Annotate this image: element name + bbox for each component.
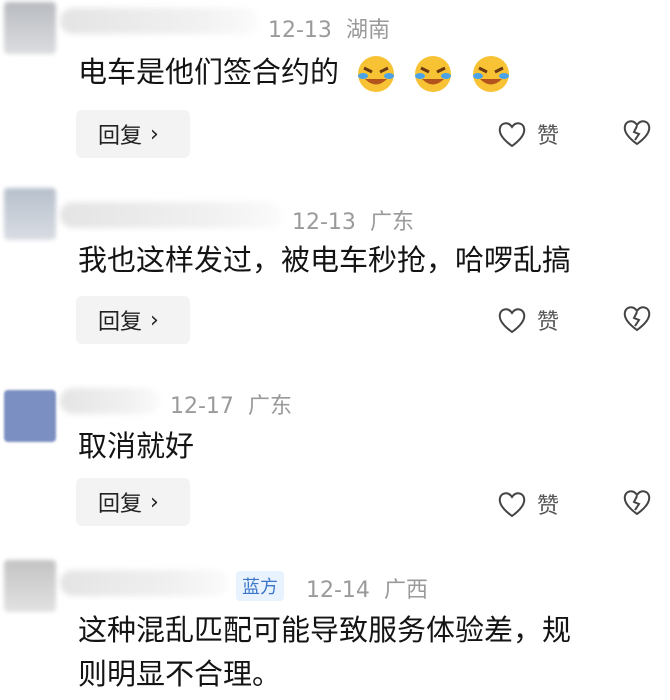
username-blurred[interactable] — [60, 202, 282, 228]
chevron-right-icon: › — [150, 307, 159, 333]
heart-outline-icon — [498, 122, 526, 148]
username-blurred[interactable] — [60, 388, 160, 414]
comment-location: 广东 — [247, 394, 292, 419]
dislike-button[interactable] — [622, 304, 652, 336]
heart-outline-icon — [498, 492, 526, 518]
comment-text: 取消就好 — [78, 429, 195, 463]
comment-date: 12-17 — [170, 394, 234, 419]
reply-label: 回复 — [98, 492, 143, 517]
comment-text-line-1: 这种混乱匹配可能导致服务体验差，规 — [78, 613, 572, 647]
comment-location: 广东 — [369, 210, 414, 235]
broken-heart-icon — [623, 306, 651, 332]
laughing-crying-emoji-icon — [415, 56, 452, 92]
avatar[interactable] — [4, 390, 56, 442]
comment-meta: 12-14 广西 — [306, 572, 428, 604]
broken-heart-icon — [623, 120, 651, 146]
like-label: 赞 — [537, 124, 560, 149]
username-blurred[interactable] — [60, 8, 258, 34]
chevron-right-icon: › — [150, 121, 159, 147]
comment-text-line-2: 则明显不合理。 — [78, 657, 282, 691]
comment-meta: 12-13 广东 — [292, 204, 414, 236]
reply-label: 回复 — [98, 124, 143, 149]
like-label: 赞 — [537, 494, 560, 519]
like-button[interactable]: 赞 — [497, 118, 559, 150]
comment-location: 湖南 — [345, 18, 390, 43]
comment-text: 我也这样发过，被电车秒抢，哈啰乱搞 — [78, 243, 572, 277]
comment-text-content: 电车是他们签合约的 — [78, 55, 340, 89]
like-button[interactable]: 赞 — [497, 488, 559, 520]
dislike-button[interactable] — [622, 488, 652, 520]
dislike-button[interactable] — [622, 118, 652, 150]
status-badge: 蓝方 — [236, 571, 284, 601]
comment-location: 广西 — [383, 578, 428, 603]
laughing-crying-emoji-icon — [472, 56, 509, 92]
reply-button[interactable]: 回复 › — [76, 110, 190, 158]
broken-heart-icon — [623, 490, 651, 516]
like-label: 赞 — [537, 310, 560, 335]
reply-button[interactable]: 回复 › — [76, 478, 190, 526]
reply-button[interactable]: 回复 › — [76, 296, 190, 344]
comment-meta: 12-17 广东 — [170, 388, 292, 420]
comment-date: 12-13 — [292, 210, 356, 235]
comment-meta: 12-13 湖南 — [268, 12, 390, 44]
heart-outline-icon — [498, 308, 526, 334]
reply-label: 回复 — [98, 310, 143, 335]
chevron-right-icon: › — [150, 489, 159, 515]
avatar[interactable] — [4, 2, 56, 54]
username-blurred[interactable] — [60, 570, 228, 596]
like-button[interactable]: 赞 — [497, 304, 559, 336]
comment-text: 电车是他们签合约的 — [78, 50, 511, 94]
comment-date: 12-14 — [306, 578, 370, 603]
comment-date: 12-13 — [268, 18, 332, 43]
laughing-crying-emoji-icon — [358, 56, 395, 92]
avatar[interactable] — [4, 560, 56, 612]
avatar[interactable] — [4, 188, 56, 240]
